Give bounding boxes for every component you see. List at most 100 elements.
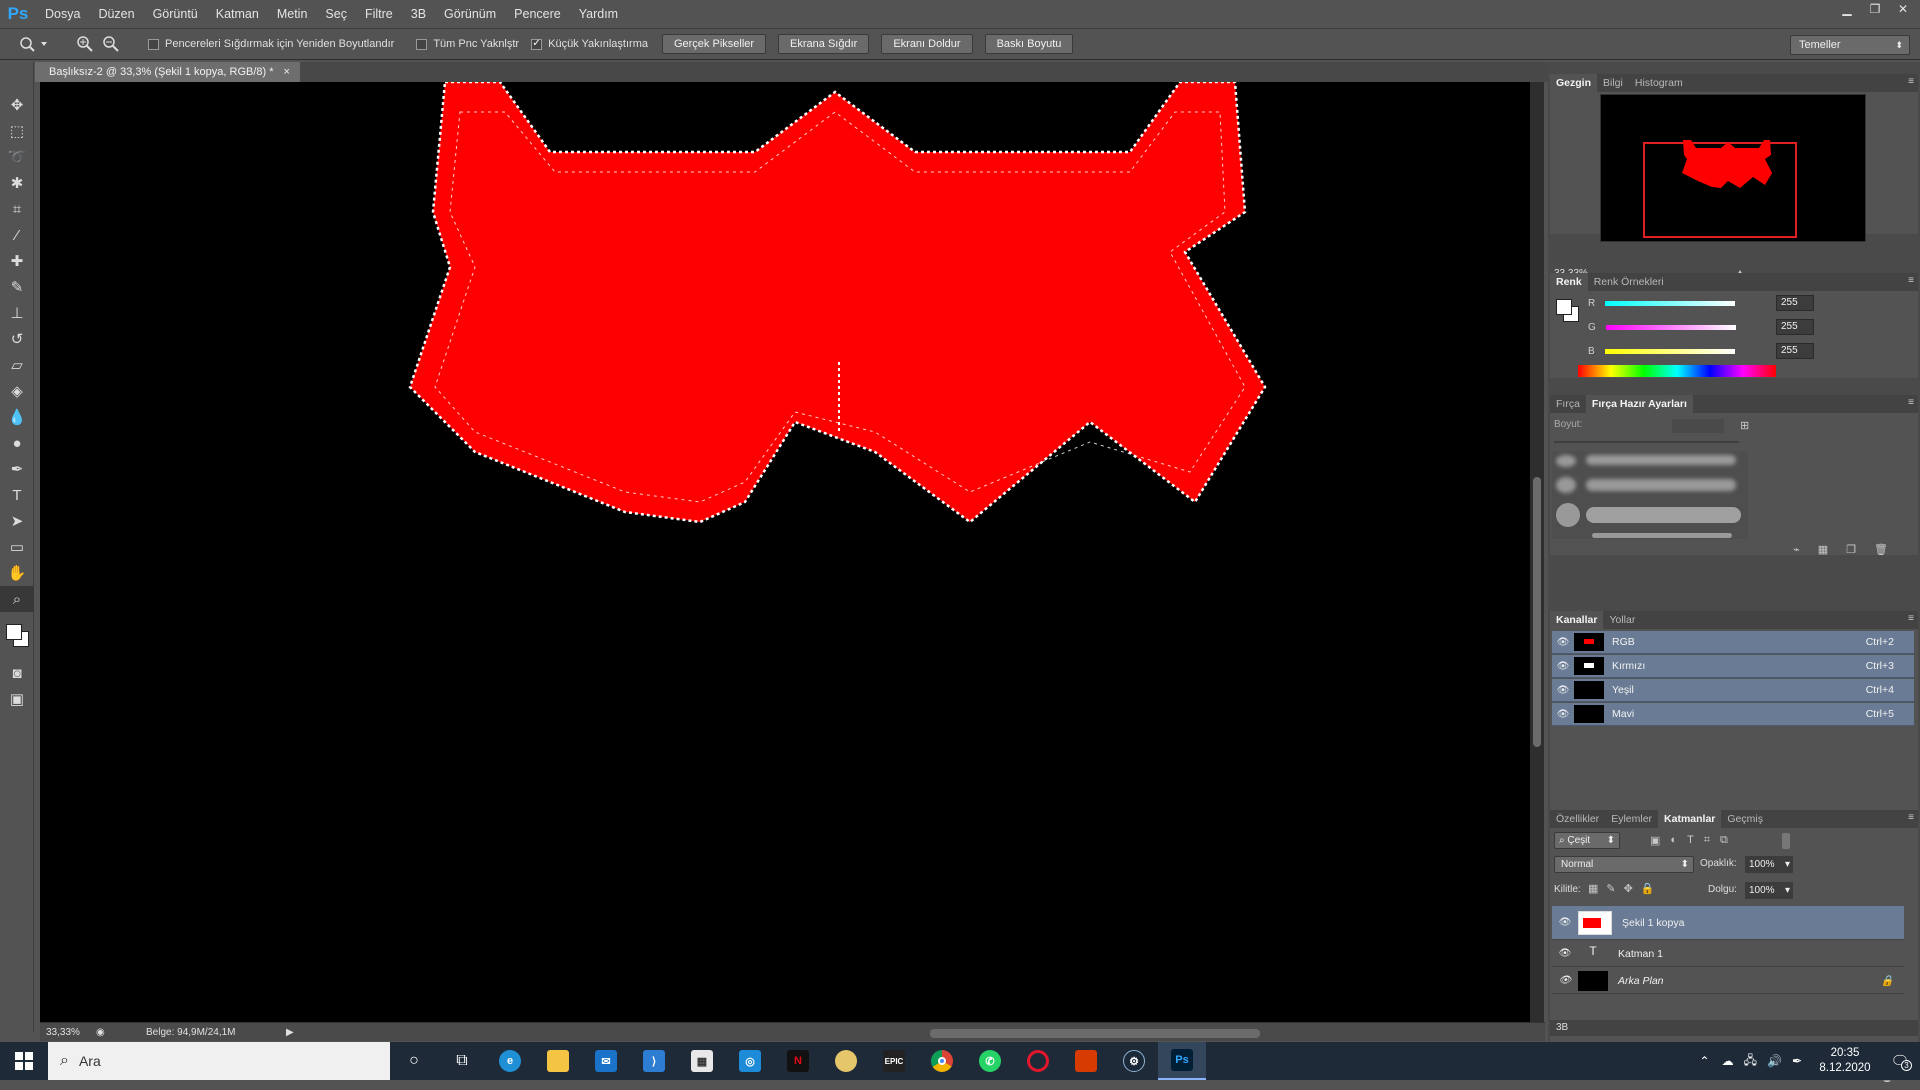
zoom-tool-icon[interactable]: ⌕ — [0, 586, 34, 612]
zoom-tool-preset-icon[interactable] — [14, 33, 54, 55]
grid-icon[interactable]: ▦ — [1818, 543, 1828, 556]
vscode-icon[interactable]: ⟩ — [630, 1042, 678, 1080]
tab-properties[interactable]: Özellikler — [1550, 810, 1605, 828]
eye-icon[interactable]: 👁 — [1552, 975, 1578, 986]
eye-icon[interactable]: 👁 — [1552, 661, 1574, 672]
eye-icon[interactable]: 👁 — [1552, 917, 1578, 928]
filter-toggle[interactable] — [1782, 833, 1790, 849]
store-icon[interactable]: ▦ — [678, 1042, 726, 1080]
color-swatches[interactable] — [0, 620, 33, 660]
blur-tool-icon[interactable]: 💧 — [0, 404, 34, 430]
tab-navigator[interactable]: Gezgin — [1550, 74, 1598, 92]
screen-mode-icon[interactable]: ▣ — [0, 686, 34, 712]
panel-menu-icon[interactable]: ≡ — [1908, 812, 1914, 823]
smart-object-filter-icon[interactable]: ⧉ — [1720, 834, 1728, 847]
tab-color[interactable]: Renk — [1550, 273, 1588, 291]
checkmark-icon[interactable]: ✓ — [531, 38, 543, 50]
resize-windows-checkbox[interactable]: Pencereleri Sığdırmak için Yeniden Boyut… — [148, 38, 394, 50]
brush-tool-icon[interactable]: ✎ — [0, 274, 34, 300]
horizontal-scrollbar[interactable] — [255, 1024, 1535, 1041]
tab-channels[interactable]: Kanallar — [1550, 611, 1604, 629]
slider-value[interactable]: 255 — [1776, 295, 1814, 311]
fill-screen-button[interactable]: Ekranı Doldur — [881, 34, 973, 54]
fill-input[interactable]: 100% ▾ — [1745, 882, 1793, 899]
channel-row-green[interactable]: 👁 Yeşil Ctrl+4 — [1552, 679, 1914, 702]
dodge-tool-icon[interactable]: ● — [0, 430, 34, 456]
foreground-color-swatch[interactable] — [1556, 299, 1572, 315]
photoshop-taskbar-icon[interactable]: Ps — [1158, 1042, 1206, 1080]
opera-icon[interactable] — [1014, 1042, 1062, 1080]
rectangle-tool-icon[interactable]: ▭ — [0, 534, 34, 560]
share-icon[interactable]: ◉ — [96, 1027, 116, 1038]
hand-tool-icon[interactable]: ✋ — [0, 560, 34, 586]
tab-paths[interactable]: Yollar — [1603, 611, 1641, 629]
panel-menu-icon[interactable]: ≡ — [1908, 613, 1914, 624]
close-tab-icon[interactable]: × — [284, 62, 290, 82]
history-brush-tool-icon[interactable]: ↺ — [0, 326, 34, 352]
lock-all-icon[interactable]: 🔒 — [1641, 882, 1655, 895]
channel-row-red[interactable]: 👁 Kırmızı Ctrl+3 — [1552, 655, 1914, 678]
chevron-down-icon[interactable]: ▾ — [1785, 856, 1790, 873]
whatsapp-icon[interactable]: ✆ — [966, 1042, 1014, 1080]
crop-tool-icon[interactable]: ⌗ — [0, 196, 34, 222]
menu-pencere[interactable]: Pencere — [505, 0, 570, 28]
new-icon[interactable]: ❐ — [1846, 543, 1856, 556]
edge-icon[interactable]: e — [486, 1042, 534, 1080]
eyedropper-tool-icon[interactable]: ⁄ — [0, 222, 34, 248]
chevron-down-icon[interactable]: ▾ — [1785, 882, 1790, 899]
tab-actions[interactable]: Eylemler — [1605, 810, 1658, 828]
status-zoom[interactable]: 33,33% — [46, 1027, 96, 1038]
color-spectrum-bar[interactable] — [1578, 365, 1776, 377]
eye-icon[interactable]: 👁 — [1552, 948, 1578, 959]
lock-transparent-icon[interactable]: ▦ — [1588, 882, 1598, 895]
instagram-icon[interactable]: ◎ — [726, 1042, 774, 1080]
windows-start-icon[interactable] — [0, 1042, 48, 1080]
foreground-color-swatch[interactable] — [6, 624, 22, 640]
menu-filtre[interactable]: Filtre — [356, 0, 402, 28]
zoom-all-windows-checkbox[interactable]: Tüm Pnc Yaknlştr — [416, 38, 519, 50]
opacity-input[interactable]: 100% ▾ — [1745, 856, 1793, 873]
canvas[interactable] — [40, 82, 1530, 1022]
tab-info[interactable]: Bilgi — [1597, 74, 1629, 92]
eye-icon[interactable]: 👁 — [1552, 685, 1574, 696]
notification-icon[interactable]: 🗨 3 — [1880, 1052, 1920, 1071]
eye-icon[interactable]: 👁 — [1552, 709, 1574, 720]
steam-icon[interactable]: ⚙ — [1110, 1042, 1158, 1080]
marquee-tool-icon[interactable]: ⬚ — [0, 118, 34, 144]
size-slider[interactable] — [1554, 441, 1739, 443]
checkbox-box[interactable] — [148, 38, 159, 50]
slider-blue[interactable]: B 255 — [1588, 341, 1814, 361]
healing-brush-tool-icon[interactable]: ✚ — [0, 248, 34, 274]
tab-layers[interactable]: Katmanlar — [1658, 810, 1722, 828]
3d-panel-tab[interactable]: 3B — [1550, 1020, 1918, 1036]
taskbar-search[interactable]: ⌕ Ara — [48, 1042, 390, 1080]
tab-history[interactable]: Geçmiş — [1721, 810, 1769, 828]
adjustment-filter-icon[interactable]: ◐ — [1670, 834, 1677, 847]
slider-track[interactable] — [1605, 300, 1736, 306]
slider-value[interactable]: 255 — [1776, 319, 1814, 335]
layer-filter-select[interactable]: ⌕ Çeşit ⬍ — [1554, 832, 1620, 849]
layer-row-background[interactable]: 👁 Arka Plan 🔒 — [1552, 968, 1904, 994]
actual-pixels-button[interactable]: Gerçek Pikseller — [661, 34, 767, 54]
slider-green[interactable]: G 255 — [1588, 317, 1814, 337]
brush-preset-list[interactable] — [1552, 451, 1748, 539]
document-tab[interactable]: Başlıksız-2 @ 33,3% (Şekil 1 kopya, RGB/… — [35, 62, 300, 82]
shape-filter-icon[interactable]: ⌗ — [1704, 834, 1710, 847]
new-preset-icon[interactable]: ⊞ — [1740, 419, 1756, 433]
eraser-tool-icon[interactable]: ▱ — [0, 352, 34, 378]
clock[interactable]: 20:35 8.12.2020 — [1810, 1046, 1880, 1076]
eye-icon[interactable]: 👁 — [1552, 637, 1574, 648]
pen-icon[interactable]: ✒ — [1792, 1054, 1802, 1068]
lock-pixels-icon[interactable]: ✎ — [1606, 882, 1615, 895]
menu-yardim[interactable]: Yardım — [570, 0, 627, 28]
zoom-out-icon[interactable] — [100, 33, 122, 55]
chevron-up-icon[interactable]: ⌃ — [1700, 1054, 1710, 1068]
workspace-select[interactable]: Temeller ⬍ — [1790, 35, 1910, 55]
cloud-icon[interactable]: ☁ — [1722, 1054, 1734, 1068]
lock-position-icon[interactable]: ✥ — [1624, 882, 1633, 895]
menu-sec[interactable]: Seç — [316, 0, 356, 28]
slider-value[interactable]: 255 — [1776, 343, 1814, 359]
restore-icon[interactable]: ❐ — [1864, 0, 1886, 18]
minimize-icon[interactable]: ▁ — [1836, 0, 1858, 18]
tab-brush-presets[interactable]: Fırça Hazır Ayarları — [1585, 395, 1693, 413]
